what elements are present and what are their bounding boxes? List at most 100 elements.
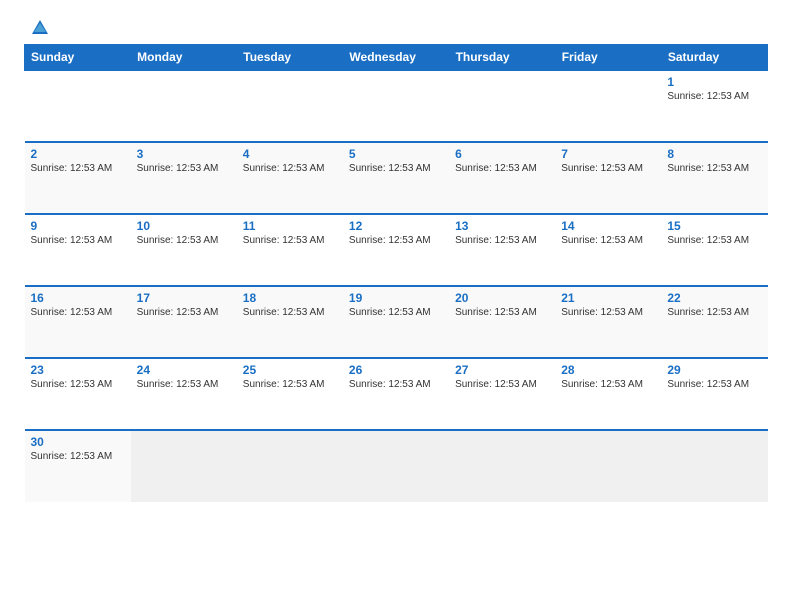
calendar-cell	[555, 430, 661, 502]
day-number: 16	[31, 291, 125, 305]
day-info: Sunrise: 12:53 AM	[349, 163, 443, 174]
calendar-cell: 18 Sunrise: 12:53 AM	[237, 286, 343, 358]
day-info: Sunrise: 12:53 AM	[243, 379, 337, 390]
day-info: Sunrise: 12:53 AM	[667, 307, 761, 318]
day-number: 27	[455, 363, 549, 377]
day-info: Sunrise: 12:53 AM	[31, 163, 125, 174]
week-row-3: 9 Sunrise: 12:53 AM 10 Sunrise: 12:53 AM 11 S…	[25, 214, 768, 286]
day-info: Sunrise: 12:53 AM	[667, 235, 761, 246]
logo	[24, 18, 54, 38]
calendar-cell: 1 Sunrise: 12:53 AM	[661, 70, 767, 142]
day-number: 28	[561, 363, 655, 377]
calendar-cell	[449, 70, 555, 142]
day-number: 7	[561, 147, 655, 161]
day-number: 25	[243, 363, 337, 377]
weekday-header-monday: Monday	[131, 45, 237, 71]
calendar: SundayMondayTuesdayWednesdayThursdayFrid…	[24, 44, 768, 502]
day-number: 9	[31, 219, 125, 233]
calendar-cell: 23 Sunrise: 12:53 AM	[25, 358, 131, 430]
calendar-cell	[343, 430, 449, 502]
day-info: Sunrise: 12:53 AM	[137, 235, 231, 246]
calendar-cell	[661, 430, 767, 502]
day-number: 1	[667, 75, 761, 89]
calendar-cell: 17 Sunrise: 12:53 AM	[131, 286, 237, 358]
day-number: 24	[137, 363, 231, 377]
calendar-cell: 13Sunrise: 12:53 AM	[449, 214, 555, 286]
day-number: 8	[667, 147, 761, 161]
week-row-5: 23 Sunrise: 12:53 AM 24 Sunrise: 12:53 AM 25…	[25, 358, 768, 430]
day-info: Sunrise: 12:53 AM	[349, 379, 443, 390]
calendar-cell: 4Sunrise: 12:53 AM	[237, 142, 343, 214]
day-info: Sunrise: 12:53 AM	[455, 235, 549, 246]
week-row-1: 1 Sunrise: 12:53 AM	[25, 70, 768, 142]
day-info: Sunrise: 12:53 AM	[349, 235, 443, 246]
day-number: 4	[243, 147, 337, 161]
calendar-cell	[131, 70, 237, 142]
weekday-header-wednesday: Wednesday	[343, 45, 449, 71]
day-info: Sunrise: 12:53 AM	[349, 307, 443, 318]
calendar-cell: 21Sunrise: 12:53 AM	[555, 286, 661, 358]
day-number: 17	[137, 291, 231, 305]
calendar-cell: 10 Sunrise: 12:53 AM	[131, 214, 237, 286]
day-info: Sunrise: 12:53 AM	[561, 307, 655, 318]
calendar-cell: 29Sunrise: 12:53 AM	[661, 358, 767, 430]
calendar-cell	[131, 430, 237, 502]
day-number: 29	[667, 363, 761, 377]
day-info: Sunrise: 12:53 AM	[561, 379, 655, 390]
calendar-cell: 30 Sunrise: 12:53 AM	[25, 430, 131, 502]
day-info: Sunrise: 12:53 AM	[31, 451, 125, 462]
day-info: Sunrise: 12:53 AM	[137, 163, 231, 174]
logo-icon	[30, 18, 50, 38]
page: SundayMondayTuesdayWednesdayThursdayFrid…	[0, 0, 792, 612]
calendar-cell: 19 Sunrise: 12:53 AM	[343, 286, 449, 358]
calendar-cell	[25, 70, 131, 142]
day-number: 2	[31, 147, 125, 161]
week-row-2: 2Sunrise: 12:53 AM3Sunrise: 12:53 AM4Sun…	[25, 142, 768, 214]
day-number: 15	[667, 219, 761, 233]
calendar-cell: 7 Sunrise: 12:53 AM	[555, 142, 661, 214]
calendar-cell: 5 Sunrise: 12:53 AM	[343, 142, 449, 214]
calendar-cell: 6 Sunrise: 12:53 AM	[449, 142, 555, 214]
calendar-cell	[237, 430, 343, 502]
weekday-header-saturday: Saturday	[661, 45, 767, 71]
calendar-cell: 9 Sunrise: 12:53 AM	[25, 214, 131, 286]
calendar-cell: 27Sunrise: 12:53 AM	[449, 358, 555, 430]
day-info: Sunrise: 12:53 AM	[667, 163, 761, 174]
day-info: Sunrise: 12:53 AM	[137, 307, 231, 318]
day-number: 23	[31, 363, 125, 377]
day-number: 18	[243, 291, 337, 305]
day-info: Sunrise: 12:53 AM	[31, 307, 125, 318]
calendar-cell: 15 Sunrise: 12:53 AM	[661, 214, 767, 286]
day-number: 5	[349, 147, 443, 161]
day-number: 6	[455, 147, 549, 161]
day-number: 20	[455, 291, 549, 305]
day-info: Sunrise: 12:53 AM	[455, 163, 549, 174]
day-info: Sunrise: 12:53 AM	[243, 307, 337, 318]
calendar-cell: 24 Sunrise: 12:53 AM	[131, 358, 237, 430]
weekday-header-friday: Friday	[555, 45, 661, 71]
weekday-header-row: SundayMondayTuesdayWednesdayThursdayFrid…	[25, 45, 768, 71]
day-info: Sunrise: 12:53 AM	[137, 379, 231, 390]
day-number: 3	[137, 147, 231, 161]
day-info: Sunrise: 12:53 AM	[561, 235, 655, 246]
day-info: Sunrise: 12:53 AM	[31, 379, 125, 390]
calendar-cell: 22Sunrise: 12:53 AM	[661, 286, 767, 358]
day-number: 14	[561, 219, 655, 233]
day-number: 19	[349, 291, 443, 305]
day-info: Sunrise: 12:53 AM	[561, 163, 655, 174]
week-row-4: 16Sunrise: 12:53 AM17Sunrise: 12:53 AM18…	[25, 286, 768, 358]
weekday-header-thursday: Thursday	[449, 45, 555, 71]
day-number: 30	[31, 435, 125, 449]
calendar-cell: 8 Sunrise: 12:53 AM	[661, 142, 767, 214]
header	[24, 18, 768, 38]
calendar-cell	[555, 70, 661, 142]
day-info: Sunrise: 12:53 AM	[31, 235, 125, 246]
day-number: 10	[137, 219, 231, 233]
calendar-cell: 28 Sunrise: 12:53 AM	[555, 358, 661, 430]
day-number: 11	[243, 219, 337, 233]
day-number: 26	[349, 363, 443, 377]
calendar-cell	[449, 430, 555, 502]
day-info: Sunrise: 12:53 AM	[667, 91, 761, 102]
day-info: Sunrise: 12:53 AM	[455, 307, 549, 318]
calendar-cell: 14 Sunrise: 12:53 AM	[555, 214, 661, 286]
